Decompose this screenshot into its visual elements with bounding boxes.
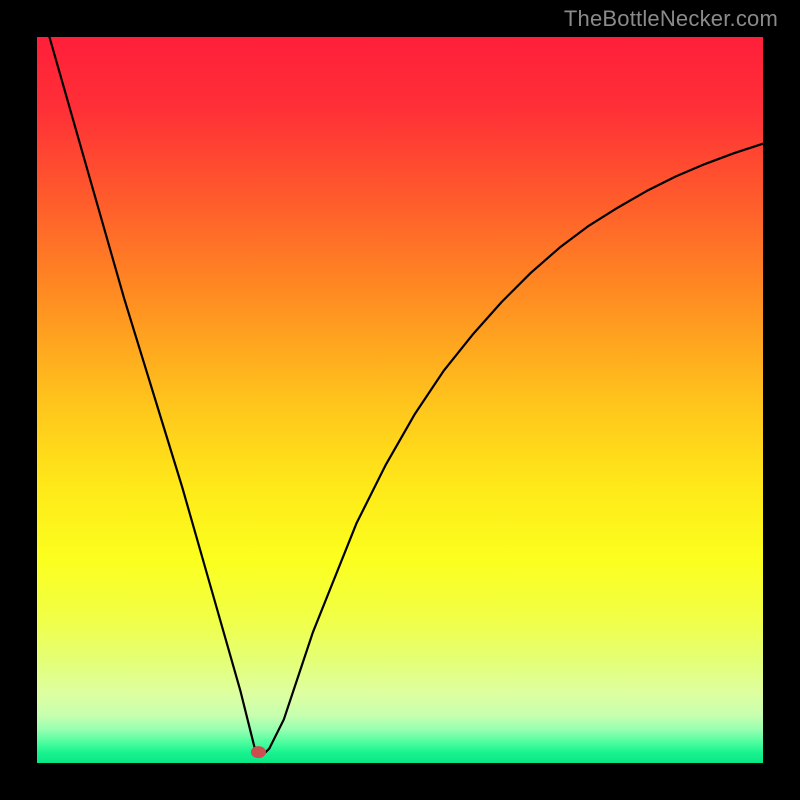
plot-area [37, 37, 763, 763]
chart-svg [37, 37, 763, 763]
chart-frame: TheBottleNecker.com [0, 0, 800, 800]
gradient-background [37, 37, 763, 763]
optimum-marker [251, 746, 266, 758]
watermark-text: TheBottleNecker.com [564, 6, 778, 32]
